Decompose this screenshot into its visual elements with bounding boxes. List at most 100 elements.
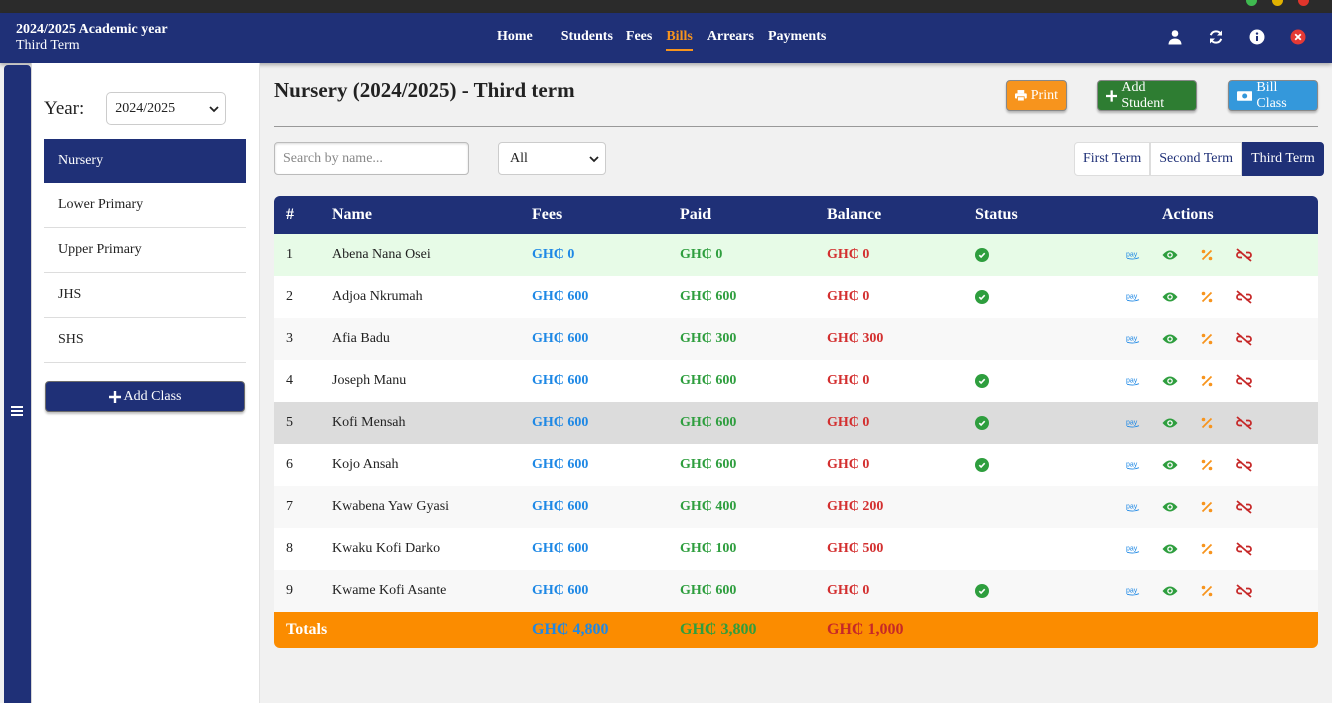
chevron-down-icon bbox=[209, 105, 219, 112]
pay-icon[interactable]: pay bbox=[1124, 331, 1142, 347]
sidebar-rail bbox=[4, 65, 31, 703]
unlink-icon[interactable] bbox=[1235, 373, 1253, 389]
percent-icon[interactable] bbox=[1198, 541, 1216, 557]
header-actions bbox=[1167, 29, 1306, 45]
class-item-lower-primary[interactable]: Lower Primary bbox=[44, 183, 246, 228]
percent-icon[interactable] bbox=[1198, 331, 1216, 347]
close-circle-icon[interactable] bbox=[1290, 29, 1306, 45]
eye-icon[interactable] bbox=[1161, 583, 1179, 599]
pay-icon[interactable]: pay bbox=[1124, 247, 1142, 263]
eye-icon[interactable] bbox=[1161, 247, 1179, 263]
eye-icon[interactable] bbox=[1161, 415, 1179, 431]
svg-text:pay: pay bbox=[1126, 294, 1138, 301]
status-filter-select[interactable]: All bbox=[498, 142, 606, 175]
pay-icon[interactable]: pay bbox=[1124, 289, 1142, 305]
status-paid-icon bbox=[975, 248, 989, 262]
table-row[interactable]: 2 Adjoa Nkrumah GH₵ 600 GH₵ 600 GH₵ 0 pay bbox=[274, 276, 1318, 318]
search-input[interactable] bbox=[274, 142, 469, 175]
class-item-nursery[interactable]: Nursery bbox=[44, 139, 246, 183]
pay-icon[interactable]: pay bbox=[1124, 415, 1142, 431]
refresh-icon[interactable] bbox=[1208, 29, 1224, 45]
percent-icon[interactable] bbox=[1198, 583, 1216, 599]
eye-icon[interactable] bbox=[1161, 499, 1179, 515]
info-icon[interactable] bbox=[1249, 29, 1265, 45]
close-dot-icon[interactable] bbox=[1298, 0, 1309, 6]
pay-icon[interactable]: pay bbox=[1124, 457, 1142, 473]
class-item-jhs[interactable]: JHS bbox=[44, 273, 246, 318]
pay-icon[interactable]: pay bbox=[1124, 583, 1142, 599]
unlink-icon[interactable] bbox=[1235, 541, 1253, 557]
fees-amount: GH₵ 600 bbox=[532, 415, 589, 430]
maximize-dot-icon[interactable] bbox=[1246, 0, 1257, 6]
percent-icon[interactable] bbox=[1198, 289, 1216, 305]
table-row[interactable]: 8 Kwaku Kofi Darko GH₵ 600 GH₵ 100 GH₵ 500 pa… bbox=[274, 528, 1318, 570]
table-row[interactable]: 4 Joseph Manu GH₵ 600 GH₵ 600 GH₵ 0 pay bbox=[274, 360, 1318, 402]
table-row[interactable]: 5 Kofi Mensah GH₵ 600 GH₵ 600 GH₵ 0 pay bbox=[274, 402, 1318, 444]
year-select[interactable]: 2024/2025 bbox=[106, 92, 227, 125]
eye-icon[interactable] bbox=[1161, 457, 1179, 473]
svg-text:pay: pay bbox=[1126, 504, 1138, 511]
pay-icon[interactable]: pay bbox=[1124, 541, 1142, 557]
print-label: Print bbox=[1030, 87, 1058, 103]
add-class-button[interactable]: Add Class bbox=[45, 381, 245, 412]
table-row[interactable]: 9 Kwame Kofi Asante GH₵ 600 GH₵ 600 GH₵ 0 pay bbox=[274, 570, 1318, 612]
nav-fees[interactable]: Fees bbox=[626, 29, 652, 45]
user-icon[interactable] bbox=[1167, 29, 1183, 45]
paid-amount: GH₵ 300 bbox=[680, 331, 737, 346]
term-third[interactable]: Third Term bbox=[1242, 142, 1324, 176]
plus-icon bbox=[1106, 89, 1118, 102]
table-row[interactable]: 1 Abena Nana Osei GH₵ 0 GH₵ 0 GH₵ 0 pay bbox=[274, 234, 1318, 276]
percent-icon[interactable] bbox=[1198, 457, 1216, 473]
unlink-icon[interactable] bbox=[1235, 457, 1253, 473]
class-item-shs[interactable]: SHS bbox=[44, 318, 246, 363]
totals-balance: GH₵ 1,000 bbox=[827, 621, 904, 638]
table-header: # Name Fees Paid Balance Status Actions bbox=[274, 196, 1318, 234]
fees-amount: GH₵ 600 bbox=[532, 373, 589, 388]
table-body: 1 Abena Nana Osei GH₵ 0 GH₵ 0 GH₵ 0 pay 2 Adjoa… bbox=[274, 234, 1318, 612]
add-student-button[interactable]: Add Student bbox=[1097, 80, 1197, 111]
nav-students[interactable]: Students bbox=[561, 29, 613, 45]
term-second[interactable]: Second Term bbox=[1150, 142, 1243, 176]
eye-icon[interactable] bbox=[1161, 331, 1179, 347]
table-row[interactable]: 7 Kwabena Yaw Gyasi GH₵ 600 GH₵ 400 GH₵ 200 p… bbox=[274, 486, 1318, 528]
percent-icon[interactable] bbox=[1198, 247, 1216, 263]
paid-amount: GH₵ 600 bbox=[680, 583, 737, 598]
percent-icon[interactable] bbox=[1198, 373, 1216, 389]
col-header-fees: Fees bbox=[532, 206, 563, 223]
student-name: Kwabena Yaw Gyasi bbox=[332, 499, 450, 514]
term-first[interactable]: First Term bbox=[1074, 142, 1151, 176]
unlink-icon[interactable] bbox=[1235, 289, 1253, 305]
pay-icon[interactable]: pay bbox=[1124, 373, 1142, 389]
class-item-upper-primary[interactable]: Upper Primary bbox=[44, 228, 246, 273]
percent-icon[interactable] bbox=[1198, 499, 1216, 515]
print-button[interactable]: Print bbox=[1006, 80, 1067, 111]
eye-icon[interactable] bbox=[1161, 373, 1179, 389]
row-number: 7 bbox=[286, 499, 293, 514]
balance-amount: GH₵ 0 bbox=[827, 289, 870, 304]
unlink-icon[interactable] bbox=[1235, 415, 1253, 431]
table-row[interactable]: 3 Afia Badu GH₵ 600 GH₵ 300 GH₵ 300 pay bbox=[274, 318, 1318, 360]
nav-arrears[interactable]: Arrears bbox=[707, 29, 754, 45]
percent-icon[interactable] bbox=[1198, 415, 1216, 431]
paid-amount: GH₵ 400 bbox=[680, 499, 737, 514]
pay-icon[interactable]: pay bbox=[1124, 499, 1142, 515]
nav-home[interactable]: Home bbox=[497, 29, 533, 45]
nav-payments[interactable]: Payments bbox=[768, 29, 826, 45]
svg-text:pay: pay bbox=[1126, 336, 1138, 343]
unlink-icon[interactable] bbox=[1235, 583, 1253, 599]
row-number: 6 bbox=[286, 457, 293, 472]
minimize-dot-icon[interactable] bbox=[1272, 0, 1283, 6]
eye-icon[interactable] bbox=[1161, 541, 1179, 557]
unlink-icon[interactable] bbox=[1235, 331, 1253, 347]
bill-class-label: Bill Class bbox=[1256, 79, 1287, 111]
menu-toggle-icon[interactable] bbox=[10, 403, 26, 419]
eye-icon[interactable] bbox=[1161, 289, 1179, 305]
bills-table: # Name Fees Paid Balance Status Actions … bbox=[274, 196, 1318, 648]
balance-amount: GH₵ 0 bbox=[827, 247, 870, 262]
unlink-icon[interactable] bbox=[1235, 499, 1253, 515]
unlink-icon[interactable] bbox=[1235, 247, 1253, 263]
bill-class-button[interactable]: Bill Class bbox=[1228, 80, 1318, 111]
table-row[interactable]: 6 Kojo Ansah GH₵ 600 GH₵ 600 GH₵ 0 pay bbox=[274, 444, 1318, 486]
nav-bills[interactable]: Bills bbox=[666, 29, 694, 51]
row-actions: pay bbox=[1124, 415, 1272, 431]
